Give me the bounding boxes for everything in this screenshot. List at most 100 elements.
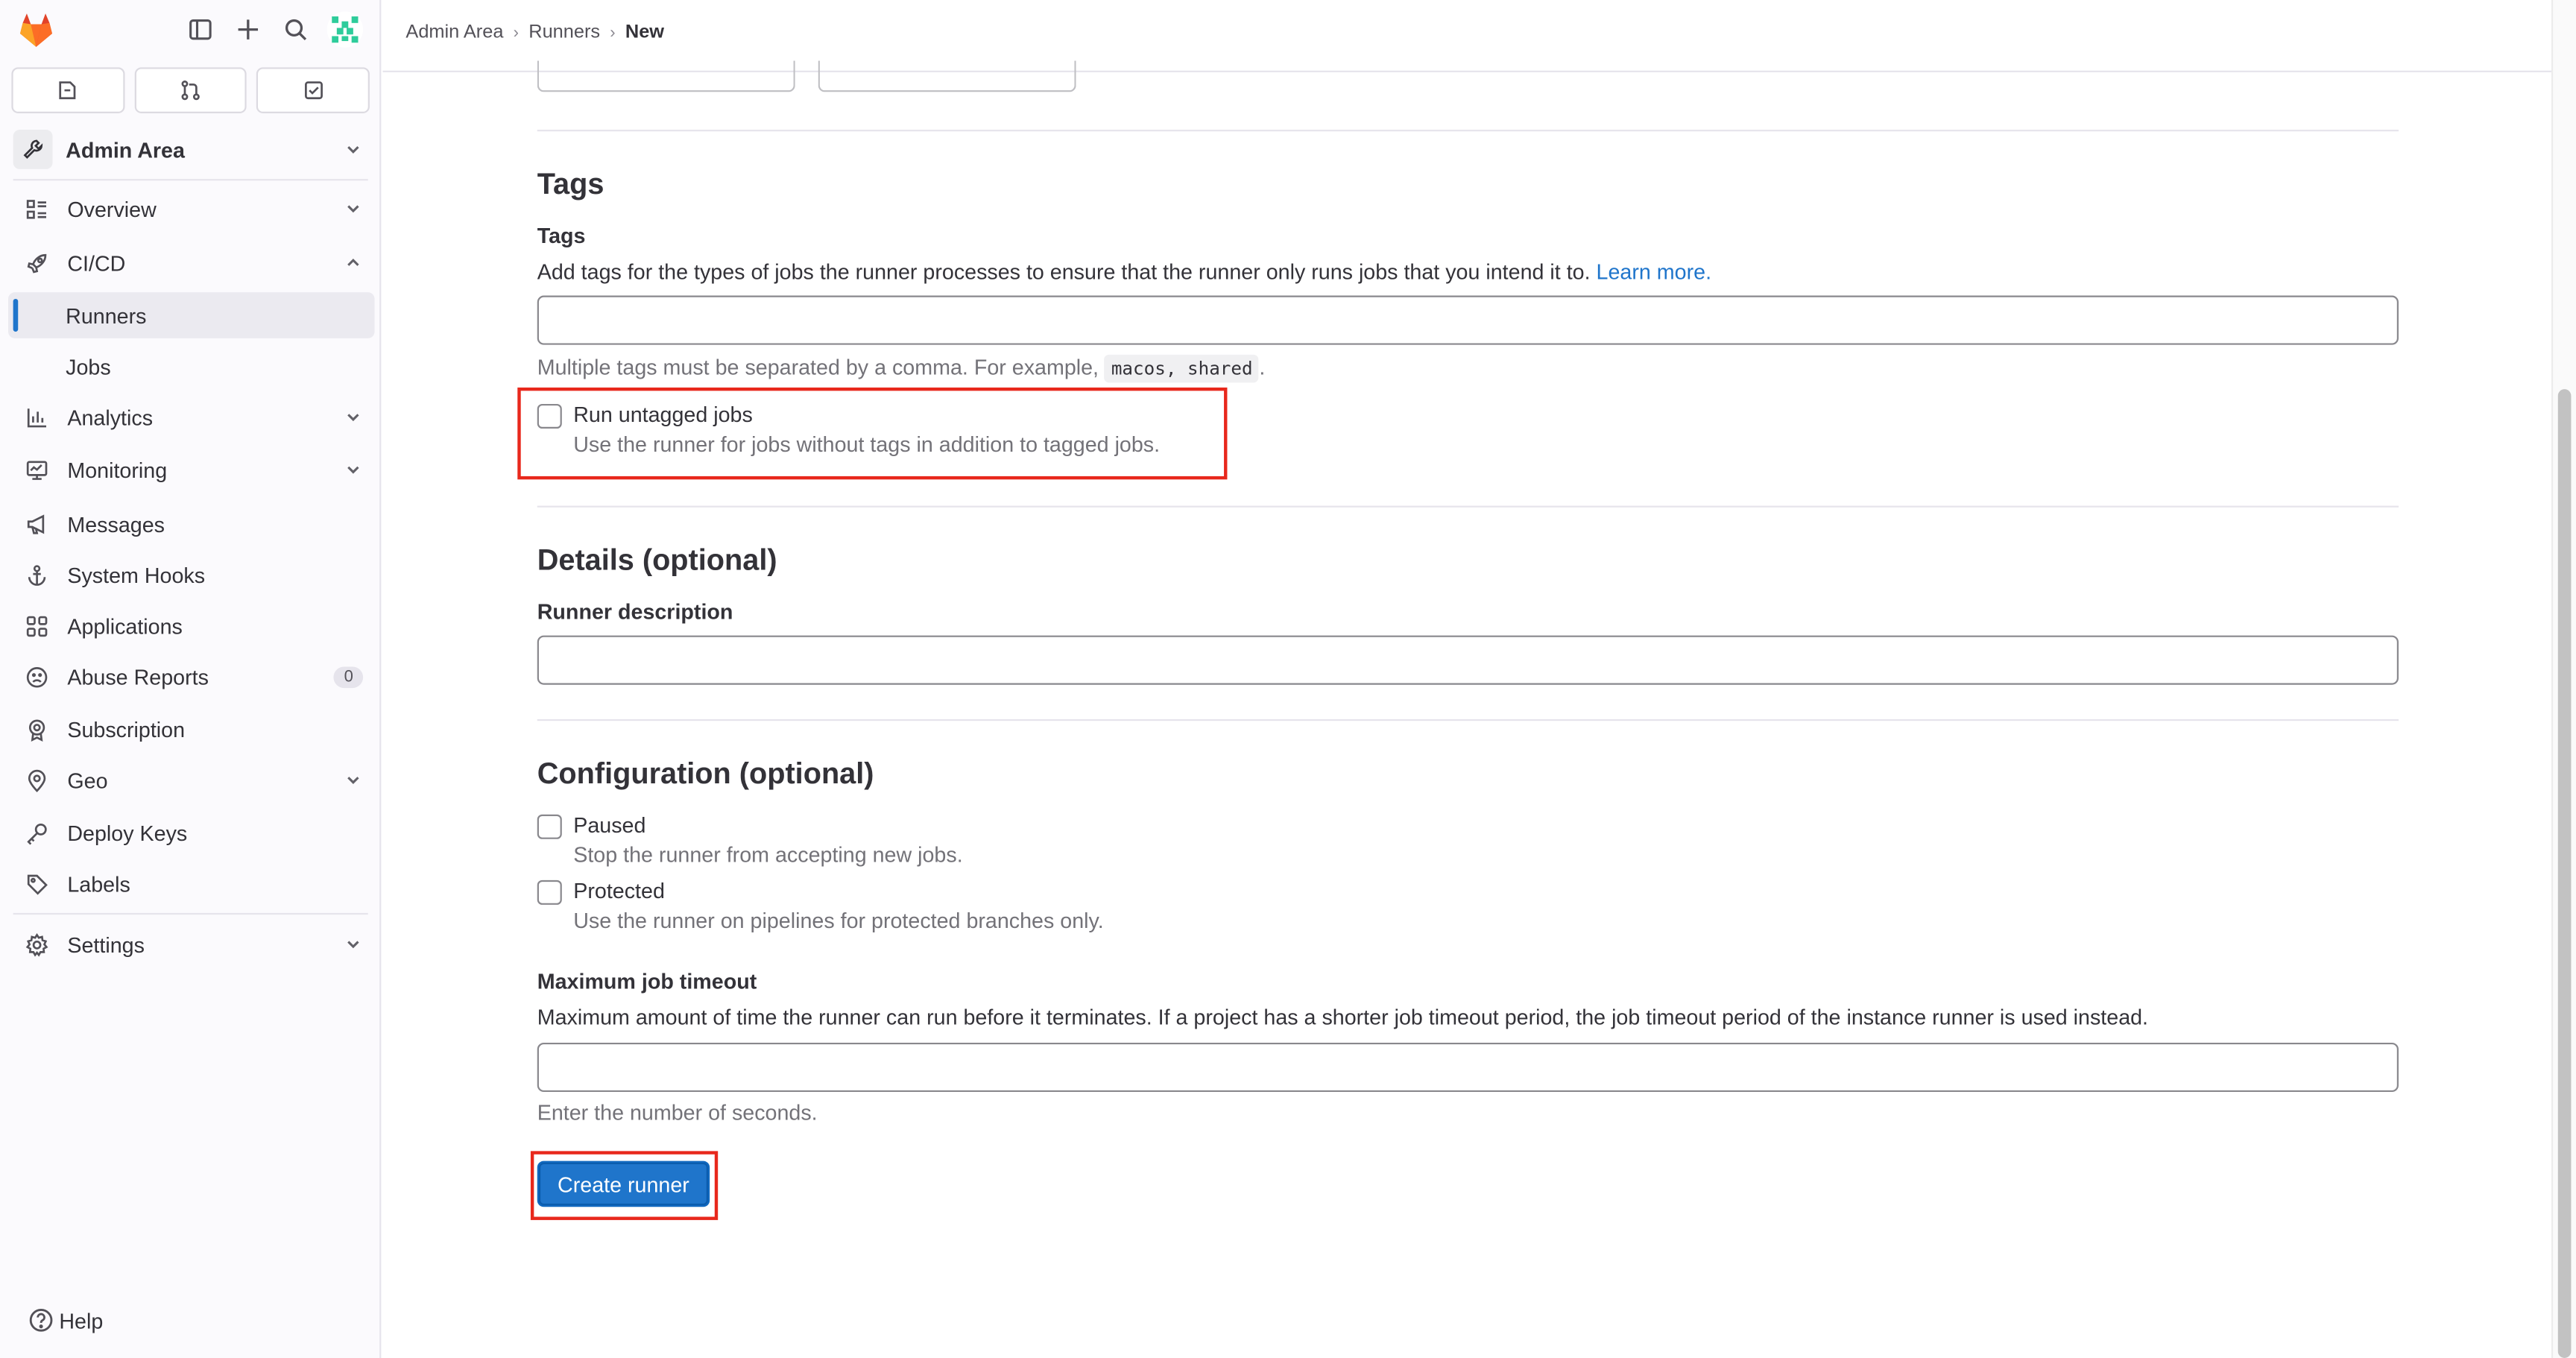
key-icon	[23, 819, 49, 845]
sidebar-item-jobs[interactable]: Jobs	[8, 343, 375, 389]
admin-area-switcher[interactable]: Admin Area	[13, 127, 368, 173]
section-divider	[537, 505, 2399, 508]
tags-input[interactable]	[537, 295, 2399, 345]
app-window: Admin Area Overview CI/CD Runners Jobs A…	[0, 0, 2576, 1358]
sidebar-item-label: Analytics	[67, 405, 154, 430]
chevron-down-icon	[347, 414, 359, 422]
chevron-right-icon: ›	[513, 23, 520, 42]
tags-hint: Multiple tags must be separated by a com…	[537, 354, 1266, 383]
sidebar-item-label: Monitoring	[67, 457, 168, 482]
paused-help: Stop the runner from accepting new jobs.	[573, 842, 963, 868]
timeout-label: Maximum job timeout	[537, 968, 757, 994]
section-divider	[537, 130, 2399, 132]
sidebar-toggle-icon[interactable]	[184, 13, 217, 46]
overview-icon	[23, 195, 49, 221]
chevron-down-icon	[347, 466, 359, 474]
todos-tab[interactable]	[256, 67, 370, 114]
merge-requests-tab[interactable]	[134, 67, 247, 114]
scrollbar-thumb[interactable]	[2557, 389, 2572, 1358]
todo-icon	[304, 81, 323, 100]
breadcrumb-admin-area[interactable]: Admin Area	[405, 23, 503, 42]
anchor-icon	[23, 561, 49, 587]
chevron-down-icon	[347, 777, 359, 784]
bullhorn-icon	[23, 511, 49, 537]
sidebar-item-label: Overview	[67, 196, 157, 221]
create-runner-button[interactable]: Create runner	[537, 1160, 710, 1207]
tags-description-text: Add tags for the types of jobs the runne…	[537, 259, 1591, 285]
sidebar-item-label: Applications	[67, 613, 183, 638]
user-avatar[interactable]	[326, 11, 364, 48]
paused-label[interactable]: Paused	[573, 813, 645, 838]
settings-icon	[23, 931, 49, 957]
chevron-up-icon	[347, 259, 359, 266]
help-button[interactable]: Help	[28, 1307, 103, 1333]
sidebar-item-system-hooks[interactable]: System Hooks	[13, 552, 375, 598]
sidebar-item-overview[interactable]: Overview	[13, 186, 375, 232]
tags-heading: Tags	[537, 167, 604, 200]
search-icon[interactable]	[280, 13, 312, 46]
chevron-down-icon	[347, 146, 359, 154]
sidebar-item-deploy-keys[interactable]: Deploy Keys	[13, 809, 375, 856]
sidebar-item-abuse-reports[interactable]: Abuse Reports 0	[13, 654, 375, 700]
timeout-hint: Enter the number of seconds.	[537, 1100, 818, 1125]
monitor-icon	[23, 456, 49, 482]
run-untagged-checkbox[interactable]	[537, 403, 562, 429]
sidebar-item-labels[interactable]: Labels	[13, 860, 375, 906]
sidebar-item-label: Messages	[67, 511, 165, 537]
scrolled-field-fragment	[818, 60, 1076, 92]
timeout-description: Maximum amount of time the runner can ru…	[537, 1005, 2149, 1030]
merge-request-icon	[181, 80, 200, 101]
sidebar-item-applications[interactable]: Applications	[13, 603, 375, 649]
rocket-icon	[23, 250, 49, 276]
breadcrumb: Admin Area › Runners › New	[405, 23, 664, 42]
count-badge: 0	[334, 666, 364, 687]
runner-description-input[interactable]	[537, 635, 2399, 685]
timeout-input[interactable]	[537, 1042, 2399, 1093]
protected-label[interactable]: Protected	[573, 879, 665, 903]
configuration-heading: Configuration (optional)	[537, 757, 874, 790]
section-divider	[537, 719, 2399, 721]
tags-example-code: macos, shared	[1105, 354, 1260, 383]
sidebar-item-label: Geo	[67, 767, 108, 792]
chevron-down-icon	[347, 205, 359, 213]
sidebar-item-analytics[interactable]: Analytics	[13, 394, 375, 440]
scrolled-field-fragment	[537, 60, 795, 92]
sidebar-item-label: Deploy Keys	[67, 820, 188, 845]
run-untagged-label[interactable]: Run untagged jobs	[573, 402, 753, 427]
sidebar-item-runners[interactable]: Runners	[8, 292, 375, 338]
issues-tab[interactable]	[11, 67, 124, 114]
tags-description: Add tags for the types of jobs the runne…	[537, 259, 1711, 284]
breadcrumb-current: New	[625, 22, 665, 43]
sidebar-item-messages[interactable]: Messages	[13, 501, 375, 547]
sidebar-item-settings[interactable]: Settings	[13, 921, 375, 967]
sidebar-divider	[13, 179, 368, 181]
help-icon	[29, 1308, 53, 1332]
sidebar-item-monitoring[interactable]: Monitoring	[13, 446, 375, 493]
abuse-icon	[23, 663, 49, 689]
admin-icon	[13, 130, 53, 169]
sidebar-item-label: CI/CD	[67, 250, 126, 276]
breadcrumb-runners[interactable]: Runners	[528, 23, 600, 42]
protected-checkbox[interactable]	[537, 879, 562, 905]
sidebar-top-bar	[0, 0, 381, 63]
tags-hint-suffix: .	[1259, 354, 1266, 379]
sidebar-tabs	[11, 67, 370, 114]
sidebar-item-geo[interactable]: Geo	[13, 757, 375, 803]
context-label: Admin Area	[66, 136, 185, 162]
main-content: Tags Tags Add tags for the types of jobs…	[383, 60, 2551, 1358]
run-untagged-help: Use the runner for jobs without tags in …	[573, 432, 1161, 457]
tags-hint-text: Multiple tags must be separated by a com…	[537, 354, 1099, 379]
tags-field-label: Tags	[537, 223, 586, 248]
plus-icon[interactable]	[232, 13, 265, 46]
sidebar: Admin Area Overview CI/CD Runners Jobs A…	[0, 0, 382, 1358]
sidebar-item-label: Runners	[66, 303, 147, 328]
learn-more-link[interactable]: Learn more.	[1597, 259, 1711, 284]
paused-checkbox[interactable]	[537, 814, 562, 839]
sidebar-item-cicd[interactable]: CI/CD	[13, 240, 375, 286]
chevron-down-icon	[347, 941, 359, 949]
sidebar-item-subscription[interactable]: Subscription	[13, 706, 375, 752]
chevron-right-icon: ›	[610, 23, 616, 42]
protected-help: Use the runner on pipelines for protecte…	[573, 908, 1104, 933]
gitlab-logo[interactable]	[15, 8, 57, 51]
subscription-icon	[23, 716, 49, 742]
